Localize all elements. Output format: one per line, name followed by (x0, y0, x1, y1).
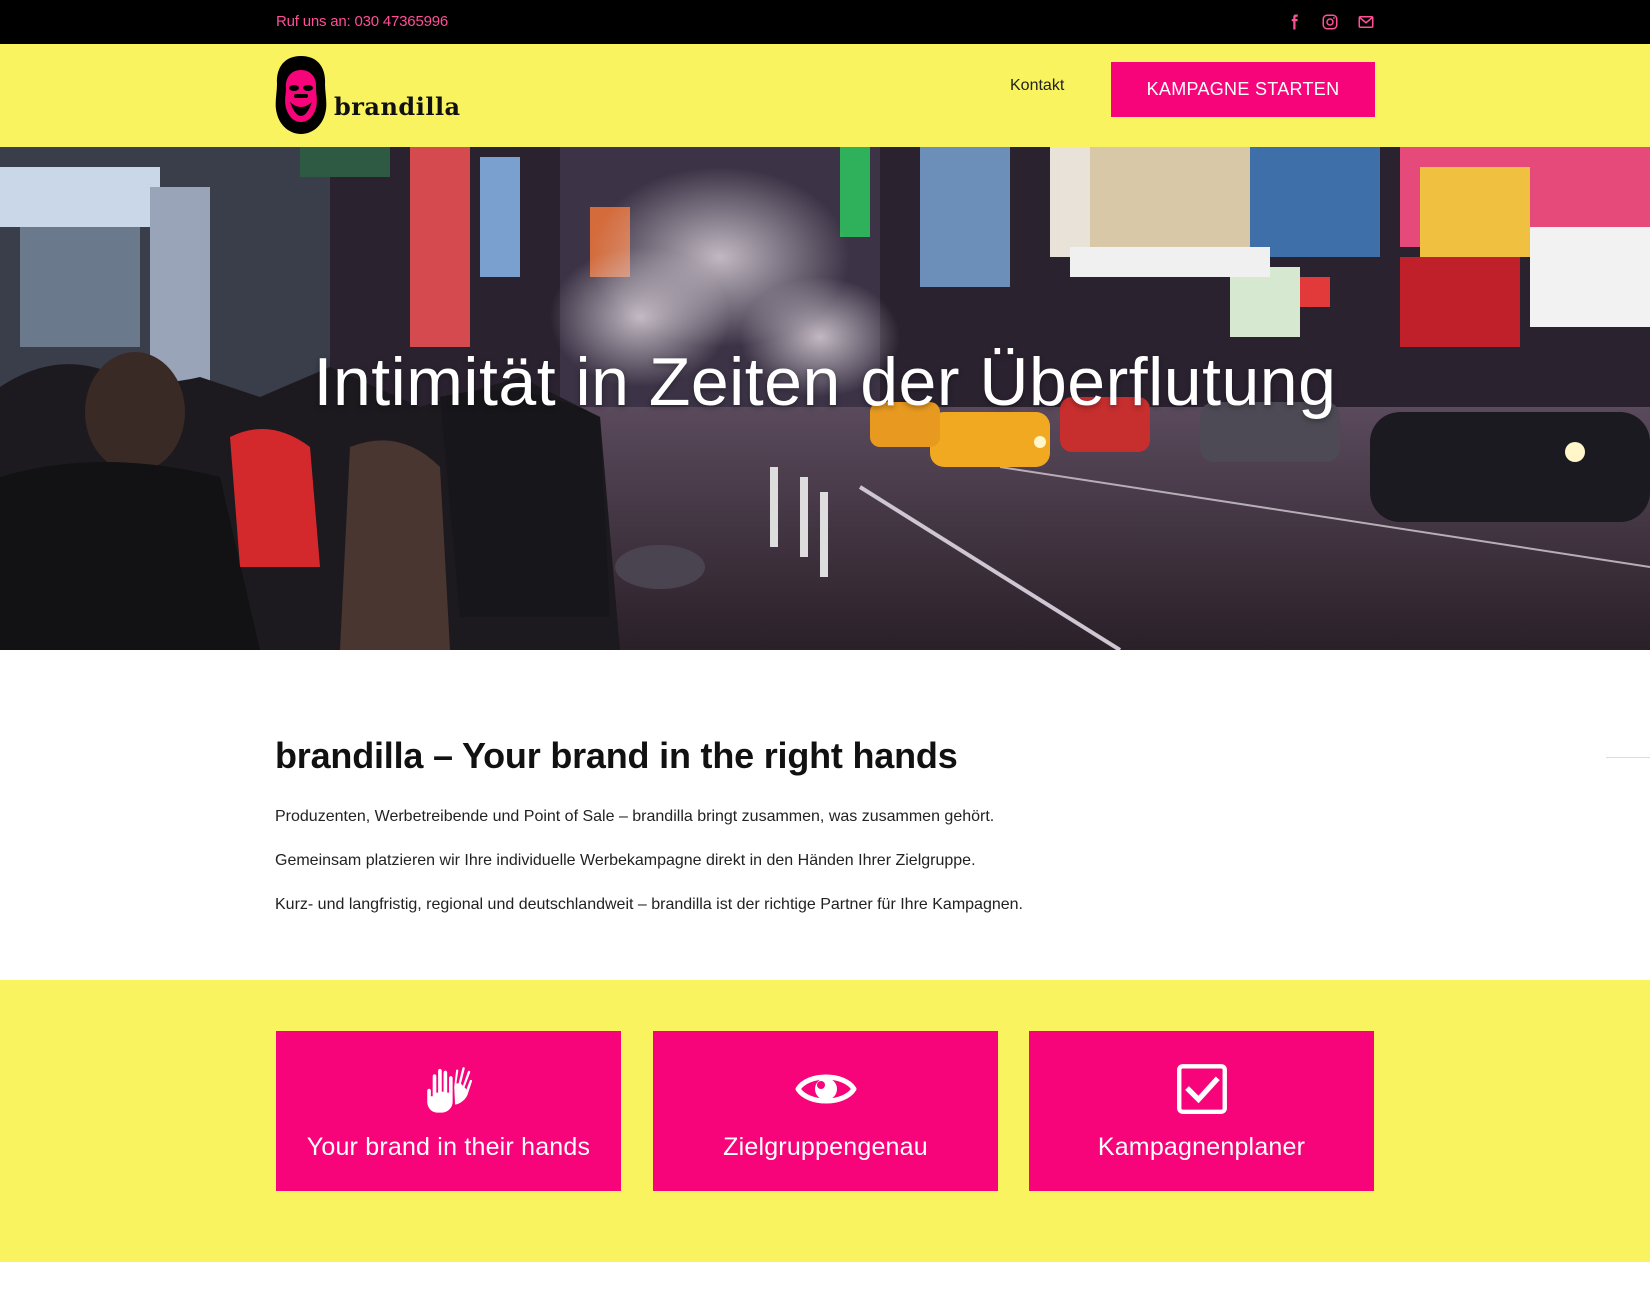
checkbox-icon (1170, 1057, 1234, 1121)
top-bar: Ruf uns an: 030 47365996 (0, 0, 1650, 44)
feature-label: Your brand in their hands (306, 1133, 591, 1161)
intro-paragraph-3: Kurz- und langfristig, regional und deut… (275, 896, 1023, 913)
hero-title: Intimität in Zeiten der Überflutung (313, 344, 1337, 420)
intro-paragraph-1: Produzenten, Werbetreibende und Point of… (275, 808, 995, 825)
instagram-icon[interactable] (1320, 12, 1340, 32)
features-section: Your brand in their hands Zielgruppengen… (0, 980, 1650, 1262)
intro-heading: brandilla – Your brand in the right hand… (275, 735, 958, 776)
hero-banner: Intimität in Zeiten der Überflutung (0, 147, 1650, 650)
kampagne-starten-button[interactable]: KAMPAGNE STARTEN (1111, 62, 1375, 117)
site-header: brandilla Kontakt KAMPAGNE STARTEN (0, 44, 1650, 147)
feature-card-zielgruppen[interactable]: Zielgruppengenau (653, 1031, 998, 1191)
feature-label: Kampagnenplaner (1097, 1133, 1306, 1161)
logo-wordmark: brandilla (334, 92, 461, 121)
hands-icon (417, 1057, 481, 1121)
feature-label: Zielgruppengenau (723, 1133, 928, 1161)
facebook-icon[interactable] (1284, 12, 1304, 32)
nav-kontakt[interactable]: Kontakt (1010, 77, 1064, 95)
phone-number[interactable]: Ruf uns an: 030 47365996 (276, 13, 448, 30)
feature-card-brand-hands[interactable]: Your brand in their hands (276, 1031, 621, 1191)
brand-logo[interactable]: brandilla (274, 54, 474, 139)
side-divider (1606, 757, 1650, 758)
mail-icon[interactable] (1356, 12, 1376, 32)
feature-card-kampagnenplaner[interactable]: Kampagnenplaner (1029, 1031, 1374, 1191)
eye-icon (794, 1057, 858, 1121)
intro-section: brandilla – Your brand in the right hand… (275, 735, 1375, 917)
gorilla-logo-icon (275, 56, 327, 134)
intro-paragraph-2: Gemeinsam platzieren wir Ihre individuel… (275, 852, 976, 869)
